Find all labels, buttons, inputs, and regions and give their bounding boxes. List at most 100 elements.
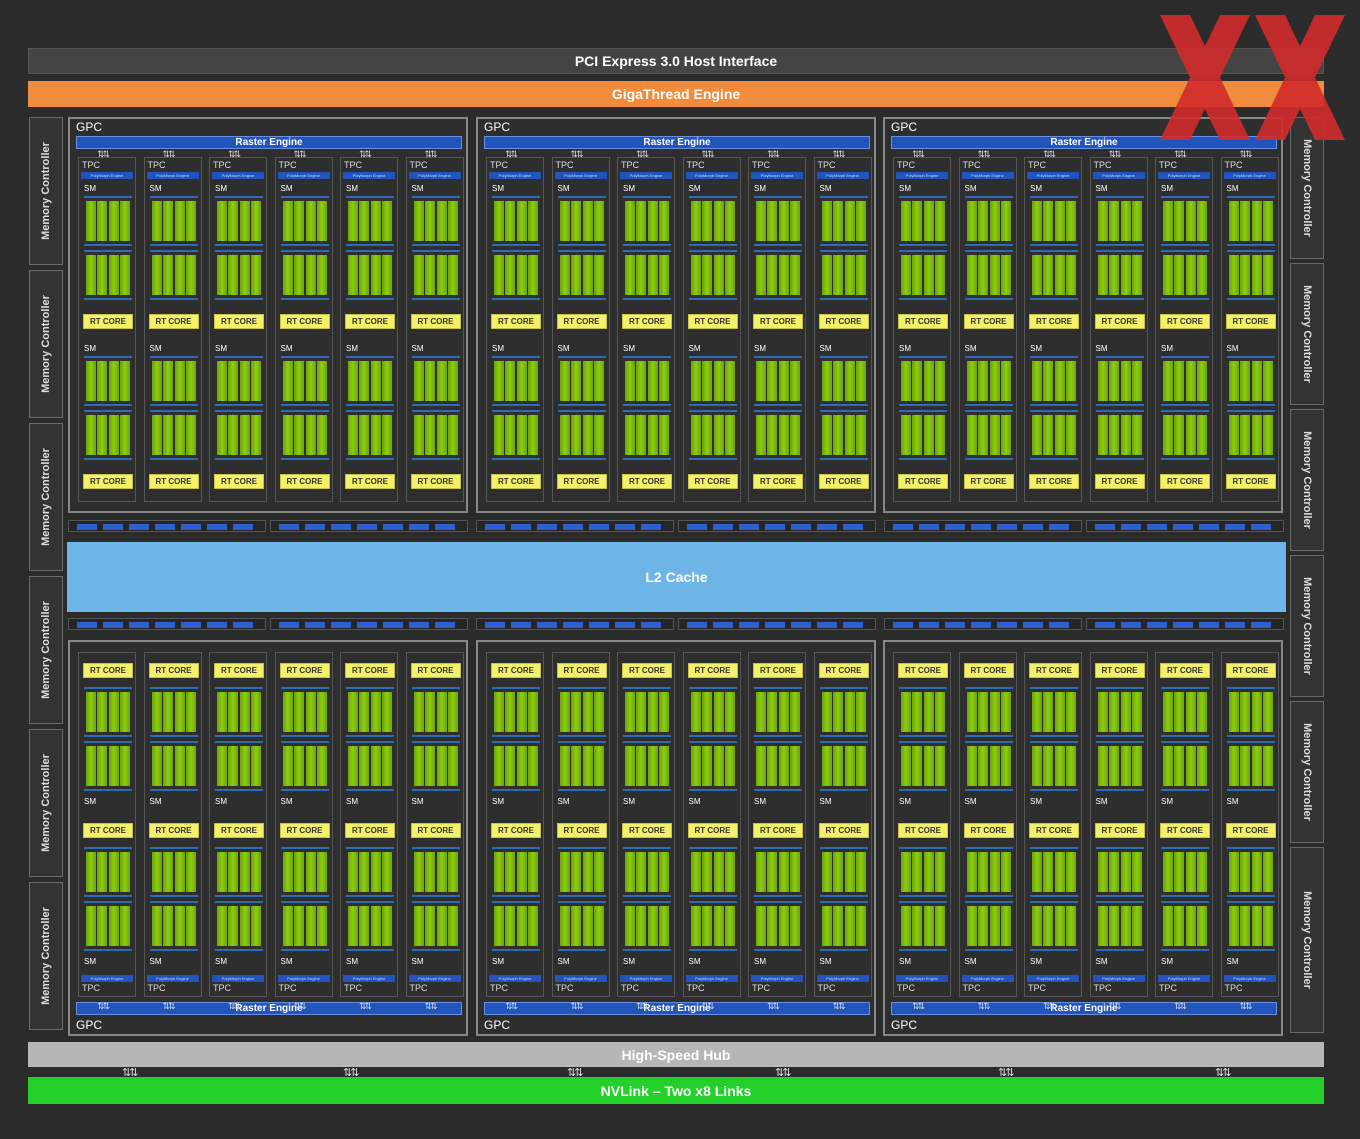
cuda-core-column <box>382 415 392 455</box>
arrow-icon: ⇅⇅ <box>424 1001 438 1011</box>
cuda-core-block <box>1226 410 1275 460</box>
cuda-core-block <box>1030 356 1078 406</box>
tpc-block: ⇅⇅ TPC PolyMorph Engine SM RT CORE SM RT CORE <box>958 149 1017 502</box>
cuda-core-column <box>359 255 369 295</box>
cuda-core-column <box>570 692 581 732</box>
cuda-core-column <box>120 361 130 401</box>
cuda-core-column <box>1043 201 1053 241</box>
sm-label: SM <box>688 344 701 353</box>
rt-core: RT CORE <box>622 823 672 838</box>
cuda-core-column <box>659 906 669 946</box>
cuda-core-column <box>1131 415 1142 455</box>
cuda-core-column <box>855 906 866 946</box>
rt-core: RT CORE <box>622 314 672 329</box>
cuda-core-column <box>989 201 1000 241</box>
rt-core: RT CORE <box>1029 823 1079 838</box>
cuda-core-block <box>149 410 198 460</box>
memory-slice <box>791 524 811 530</box>
tpc-label: TPC <box>752 983 770 993</box>
cuda-core-column <box>1055 852 1065 892</box>
cuda-core-column <box>424 415 435 455</box>
cuda-core-column <box>293 746 304 786</box>
tpc-label: TPC <box>1028 160 1046 170</box>
gpc-label: GPC <box>891 1018 918 1032</box>
cuda-core-column <box>701 361 712 401</box>
cuda-core-column <box>436 852 447 892</box>
cuda-core-column <box>832 852 843 892</box>
cuda-core-column <box>767 692 777 732</box>
hub-link-arrow-icon: ⇅⇅ <box>343 1067 360 1079</box>
sm-label: SM <box>1030 957 1042 966</box>
cuda-core-column <box>528 692 538 732</box>
cuda-core-block <box>1161 356 1209 406</box>
rt-core: RT CORE <box>491 663 541 678</box>
memory-slice <box>893 622 913 628</box>
cuda-core-column <box>1000 201 1011 241</box>
cuda-core-column <box>966 201 977 241</box>
cuda-core-block <box>899 410 947 460</box>
cuda-core-column <box>359 746 369 786</box>
sm-label: SM <box>754 344 766 353</box>
cuda-core-column <box>855 415 866 455</box>
cuda-core-block <box>280 687 329 737</box>
raster-engine: Raster Engine <box>891 1002 1277 1015</box>
tpc-label: TPC <box>147 160 166 170</box>
cuda-core-column <box>162 746 173 786</box>
cuda-core-column <box>832 746 843 786</box>
cuda-core-column <box>382 255 392 295</box>
sm-label: SM <box>688 797 701 806</box>
cuda-core-column <box>625 746 635 786</box>
memory-controller-label: Memory Controller <box>40 754 53 852</box>
cuda-core-column <box>413 255 424 295</box>
rt-core: RT CORE <box>1160 314 1210 329</box>
cuda-core-column <box>756 201 766 241</box>
cuda-core-column <box>185 255 196 295</box>
cuda-core-column <box>756 906 766 946</box>
cuda-core-column <box>832 361 843 401</box>
cuda-core-column <box>570 361 581 401</box>
cuda-core-column <box>86 746 96 786</box>
polymorph-engine: PolyMorph Engine <box>620 975 672 982</box>
cuda-core-column <box>517 415 527 455</box>
sm-label: SM <box>280 957 293 966</box>
cuda-core-block <box>84 356 132 406</box>
polymorph-engine: PolyMorph Engine <box>685 975 738 982</box>
cuda-core-column <box>724 906 735 946</box>
cuda-core-column <box>713 201 724 241</box>
cuda-core-column <box>1055 746 1065 786</box>
cuda-core-column <box>1163 746 1173 786</box>
cuda-core-column <box>371 852 381 892</box>
cuda-core-block <box>84 410 132 460</box>
cuda-core-column <box>989 906 1000 946</box>
cuda-core-column <box>935 201 945 241</box>
cuda-core-column <box>582 746 593 786</box>
polymorph-engine: PolyMorph Engine <box>685 172 738 179</box>
cuda-core-column <box>424 255 435 295</box>
hub-link-arrow-icon: ⇅⇅ <box>567 1067 584 1079</box>
memory-slice <box>791 622 811 628</box>
polymorph-engine: PolyMorph Engine <box>896 172 948 179</box>
polymorph-engine: PolyMorph Engine <box>554 975 607 982</box>
memory-slice <box>739 524 759 530</box>
cuda-core-column <box>901 361 911 401</box>
sm-label: SM <box>411 797 424 806</box>
cuda-core-block <box>688 741 737 791</box>
cuda-core-column <box>1197 746 1207 786</box>
sm-label: SM <box>492 797 504 806</box>
l2-crossbar-strip <box>678 520 876 532</box>
cuda-core-column <box>559 201 570 241</box>
sm-label: SM <box>819 797 832 806</box>
cuda-core-column <box>713 361 724 401</box>
gpc-block: GPC Raster Engine ⇅⇅ TPC PolyMorph Engine SM R… <box>476 117 876 513</box>
cuda-core-block <box>1161 741 1209 791</box>
cuda-core-column <box>174 906 185 946</box>
memory-slice <box>945 622 965 628</box>
cuda-core-block <box>819 687 868 737</box>
sm-label: SM <box>1030 184 1042 193</box>
cuda-core-block <box>623 196 671 246</box>
sm-label: SM <box>280 344 293 353</box>
cuda-core-column <box>690 415 701 455</box>
sm-label: SM <box>557 344 570 353</box>
cuda-core-column <box>282 255 293 295</box>
cuda-core-column <box>217 906 227 946</box>
